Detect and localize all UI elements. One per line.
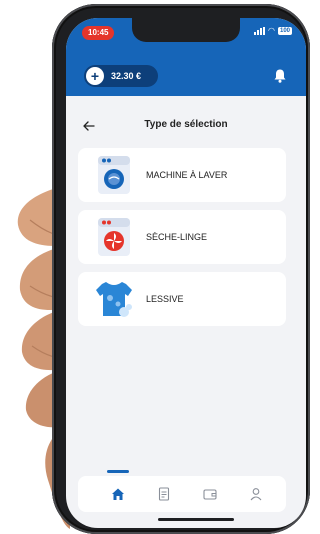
status-time: 10:45 bbox=[82, 26, 115, 40]
profile-icon[interactable] bbox=[248, 486, 264, 502]
wallet-icon[interactable] bbox=[202, 486, 218, 502]
dryer-icon bbox=[98, 218, 130, 256]
phone-screen: 10:45 ◠ 100 + 32.30 € Type de sélection bbox=[66, 18, 306, 528]
option-washing-machine[interactable]: MACHINE À LAVER bbox=[78, 148, 286, 202]
washing-machine-icon bbox=[98, 156, 130, 194]
option-label: LESSIVE bbox=[146, 294, 184, 304]
phone-notch bbox=[132, 18, 240, 42]
page-title: Type de sélection bbox=[144, 119, 228, 130]
document-icon[interactable] bbox=[156, 486, 172, 502]
balance-pill[interactable]: + 32.30 € bbox=[84, 65, 158, 87]
battery-icon: 100 bbox=[277, 27, 292, 35]
wifi-icon: ◠ bbox=[268, 26, 275, 35]
bottom-nav bbox=[78, 470, 286, 512]
signal-icon bbox=[254, 27, 265, 35]
option-label: MACHINE À LAVER bbox=[146, 170, 228, 180]
home-icon[interactable] bbox=[110, 486, 126, 502]
option-label: SÈCHE-LINGE bbox=[146, 232, 208, 242]
detergent-shirt-icon bbox=[96, 282, 132, 317]
option-detergent[interactable]: LESSIVE bbox=[78, 272, 286, 326]
home-indicator bbox=[158, 518, 234, 521]
balance-amount: 32.30 € bbox=[111, 71, 142, 81]
status-icons: ◠ 100 bbox=[254, 27, 292, 35]
bell-icon[interactable] bbox=[272, 68, 288, 84]
add-funds-button[interactable]: + bbox=[86, 67, 104, 85]
option-dryer[interactable]: SÈCHE-LINGE bbox=[78, 210, 286, 264]
page-titlebar: Type de sélection bbox=[66, 116, 306, 136]
nav-active-indicator bbox=[107, 470, 129, 473]
